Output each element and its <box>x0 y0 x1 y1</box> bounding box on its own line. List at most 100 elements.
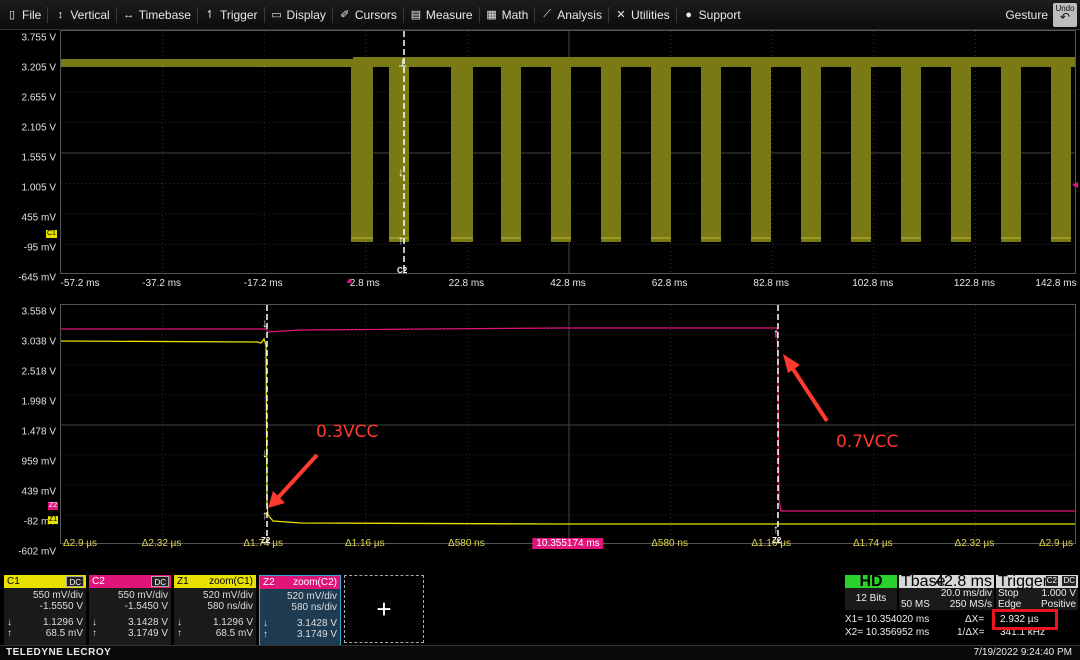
cursor-marker: ↓ <box>398 165 404 179</box>
y-axis-label: 3.205 V <box>21 62 56 74</box>
trigger-descriptor[interactable]: Trigger C2 DC Stop 1.000 V Edge Positive <box>996 574 1078 610</box>
datetime: 7/19/2022 9:24:40 PM <box>973 647 1072 658</box>
descriptor-c1[interactable]: C1 DC 550 mV/div -1.5550 V ↓ 1.1296 V ↑ 68.5 mV <box>4 575 86 645</box>
top-waveform-svg: ⟂ ↓ ↑ C2 <box>61 31 1075 273</box>
trace-pulse <box>801 59 821 242</box>
trace-pulse <box>751 59 771 242</box>
descriptor-scale: 550 mV/div <box>7 590 83 601</box>
descriptor-scale: 550 mV/div <box>92 590 168 601</box>
descriptor-value: 1.1296 V <box>212 617 253 628</box>
x-axis-label: 22.8 ms <box>448 278 485 289</box>
descriptor-value: 1.1296 V <box>42 617 83 628</box>
descriptor-v2: ↑ 3.1749 V <box>92 628 168 639</box>
descriptor-value: 68.5 mV <box>215 628 253 639</box>
x-axis-label: Δ1.74 µs <box>852 538 893 549</box>
x-axis-label: 102.8 ms <box>852 278 894 289</box>
vertical-icon: ↕ <box>57 8 64 21</box>
trace-pulse <box>651 59 671 242</box>
tbase-rate: 250 MS/s <box>949 599 992 610</box>
x-axis-label: 42.8 ms <box>550 278 586 289</box>
menu-cursors[interactable]: ✐ Cursors <box>333 0 403 30</box>
math-icon: ▦ <box>486 9 497 21</box>
x-axis-label: Δ1.74 µs <box>243 538 284 549</box>
hd-descriptor[interactable]: HD 12 Bits <box>845 574 897 610</box>
descriptor-value: -1.5550 V <box>39 601 83 612</box>
menu-math[interactable]: ▦ Math <box>480 0 535 30</box>
cursor-marker: ↑ <box>262 508 268 522</box>
top-y-axis-labels: 3.755 V 3.205 V 2.655 V 2.105 V 1.555 V 1.005… <box>0 30 60 292</box>
descriptor-body: 550 mV/div -1.5450 V ↓ 3.1428 V ↑ 3.1749 V <box>89 588 171 645</box>
add-channel-button[interactable]: + <box>344 575 424 643</box>
undo-button[interactable]: Undo ↶ <box>1053 3 1077 27</box>
menu-support[interactable]: ● Support <box>677 0 747 30</box>
cursor-x1: X1= 10.354020 ms <box>845 614 930 625</box>
x-axis-label: Δ2.32 µs <box>141 538 182 549</box>
descriptor-offset: -1.5450 V <box>92 601 168 612</box>
tbase-timediv: 20.0 ms/div <box>940 588 992 599</box>
trace-pulse <box>1001 59 1021 242</box>
x-axis-label: Δ2.32 µs <box>954 538 995 549</box>
menu-label: Cursors <box>354 7 397 22</box>
menu-label: Analysis <box>557 7 602 22</box>
cursor-up-icon: ↑ <box>7 628 12 639</box>
zoom-marker-z1: Z1 <box>48 516 59 524</box>
y-axis-label: 3.038 V <box>21 336 56 348</box>
cursor-up-icon: ↑ <box>177 628 182 639</box>
cursor-inv-label: 1/ΔX= <box>957 627 985 638</box>
file-icon: ▯ <box>8 9 16 21</box>
trace-pulse <box>451 59 473 242</box>
menu-label: Vertical <box>70 7 110 22</box>
trace-pulse <box>851 59 871 242</box>
descriptor-z1[interactable]: Z1 zoom(C1) 520 mV/div 580 ns/div ↓ 1.1296 V ↑… <box>174 575 256 645</box>
descriptor-header: C1 DC <box>4 575 86 588</box>
descriptor-v1: ↓ 3.1428 V <box>92 617 168 628</box>
menu-vertical[interactable]: ↕ Vertical <box>48 0 115 30</box>
y-axis-label: 3.755 V <box>21 32 56 44</box>
y-axis-label: 2.655 V <box>21 92 56 104</box>
descriptor-body: 520 mV/div 580 ns/div ↓ 1.1296 V ↑ 68.5 mV <box>174 588 256 645</box>
measure-icon: ▤ <box>410 9 422 21</box>
x-axis-label: 10.355174 ms <box>532 538 604 549</box>
menu-analysis[interactable]: ⟋ Analysis <box>535 0 608 30</box>
x-axis-label: Δ2.9 µs <box>1038 538 1074 549</box>
cursor-marker: ⟂ <box>399 57 407 69</box>
descriptor-v2: ↑ 3.1749 V <box>263 629 337 640</box>
trigger-coupling-badge: DC <box>1062 576 1076 586</box>
menu-utilities[interactable]: ✕ Utilities <box>609 0 676 30</box>
descriptor-header: Z1 zoom(C1) <box>174 575 256 588</box>
timebase-descriptor[interactable]: Tbase -42.8 ms 20.0 ms/div 50 MS 250 MS/… <box>899 573 994 610</box>
menu-measure[interactable]: ▤ Measure <box>404 0 479 30</box>
tbase-delay: -42.8 ms <box>929 573 992 590</box>
descriptor-value: 3.1749 V <box>296 629 337 640</box>
menu-bar: ▯ File ↕ Vertical ↔ Timebase ↿ Trigger ▭ Display ✐… <box>0 0 1080 30</box>
trigger-icon: ↿ <box>205 9 215 21</box>
menu-trigger[interactable]: ↿ Trigger <box>198 0 264 30</box>
cursor-up-icon: ↑ <box>92 628 97 639</box>
top-grid[interactable]: ⟂ ↓ ↑ C2 <box>60 30 1076 274</box>
trace-pulse <box>901 59 921 242</box>
descriptor-value: 550 mV/div <box>32 590 83 601</box>
cursor-up-icon: ↑ <box>263 629 268 640</box>
y-axis-label: 439 mV <box>21 486 56 498</box>
descriptor-c2[interactable]: C2 DC 550 mV/div -1.5450 V ↓ 3.1428 V ↑ 3.1749 … <box>89 575 171 645</box>
descriptor-body: 520 mV/div 580 ns/div ↓ 3.1428 V ↑ 3.1749 V <box>260 589 340 646</box>
bottom-grid[interactable]: ↓ ↓ ↑ ↑ ↑ Z2 Z2 <box>60 304 1076 544</box>
menu-timebase[interactable]: ↔ Timebase <box>117 0 197 30</box>
cursor-x2: X2= 10.356952 ms <box>845 627 930 638</box>
menu-file[interactable]: ▯ File <box>0 0 47 30</box>
menu-display[interactable]: ▭ Display <box>265 0 332 30</box>
trace-pulse <box>501 59 521 242</box>
descriptor-value: 68.5 mV <box>45 628 83 639</box>
tbase-samples: 50 MS <box>901 599 930 610</box>
gesture-label[interactable]: Gesture <box>1005 0 1048 30</box>
menu-label: Math <box>501 7 529 22</box>
utilities-icon: ✕ <box>616 9 626 21</box>
x-axis-label: Δ2.9 µs <box>62 538 98 549</box>
descriptor-v1: ↓ 3.1428 V <box>263 618 337 629</box>
descriptor-z2[interactable]: Z2 zoom(C2) 520 mV/div 580 ns/div ↓ 3.1428 V ↑… <box>259 575 341 646</box>
cursors-icon: ✐ <box>340 9 350 21</box>
cursor-marker: ↑ <box>773 522 779 536</box>
descriptor-bar: C1 DC 550 mV/div -1.5550 V ↓ 1.1296 V ↑ 68.5 mV… <box>0 573 1080 646</box>
cursor-marker: ↓ <box>262 446 268 460</box>
descriptor-value: 550 mV/div <box>117 590 168 601</box>
